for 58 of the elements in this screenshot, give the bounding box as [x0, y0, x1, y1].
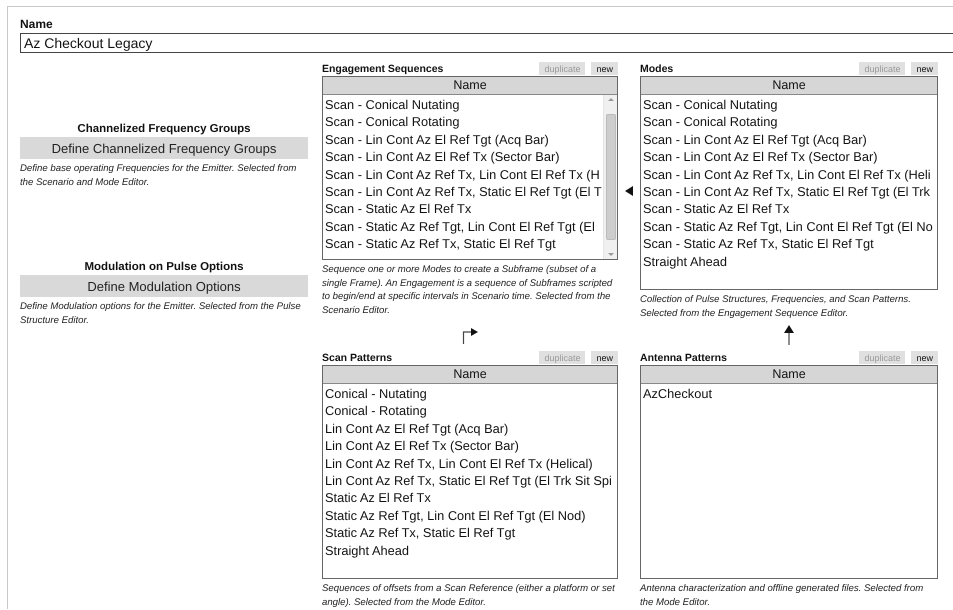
list-item[interactable]: Straight Ahead: [323, 542, 617, 560]
panel-button[interactable]: new: [911, 351, 938, 364]
list-item[interactable]: Straight Ahead: [641, 252, 937, 270]
elbow-arrow-icon: [462, 326, 478, 344]
panel-title: Engagement Sequences: [322, 62, 444, 74]
list-item[interactable]: Scan - Static Az El Ref Tx: [323, 200, 603, 218]
list-item[interactable]: Scan - Conical Nutating: [641, 96, 937, 114]
panel-title: Scan Patterns: [322, 352, 394, 364]
left-arrow-icon: [625, 186, 633, 196]
list-item[interactable]: Lin Cont Az El Ref Tx (Sector Bar): [323, 437, 617, 455]
list-item[interactable]: Scan - Static Az El Ref Tx: [641, 200, 937, 218]
panel-description: Antenna characterization and offline generated files. Selected from the Mode Editor.: [640, 582, 924, 609]
list-item[interactable]: Scan - Static Az Ref Tgt, Lin Cont El Ref Tgt (El No: [641, 218, 937, 236]
list-item[interactable]: Scan - Conical Rotating: [641, 113, 937, 131]
panel-button[interactable]: new: [591, 62, 618, 75]
define-button[interactable]: Define Channelized Frequency Groups: [20, 137, 308, 159]
column-header[interactable]: Name: [323, 77, 617, 95]
up-arrow-icon: [784, 325, 794, 345]
panel-title: Modes: [640, 62, 674, 74]
list-item[interactable]: Static Az El Ref Tx: [323, 489, 617, 507]
list-item[interactable]: Scan - Static Az Ref Tgt, Lin Cont El Ref Tgt (El: [323, 218, 603, 236]
list-item[interactable]: Scan - Lin Cont Az Ref Tx, Lin Cont El Ref Tx (Heli: [641, 166, 937, 184]
field-label: Name: [20, 17, 54, 31]
group-title: Modulation on Pulse Options: [83, 261, 245, 273]
list-item[interactable]: Scan - Conical Nutating: [323, 96, 603, 114]
list-item[interactable]: Conical - Nutating: [323, 385, 617, 402]
group-description: Define Modulation options for the Emitter. Selected from the Pulse Structure Editor.: [20, 300, 302, 327]
list-item[interactable]: Scan - Lin Cont Az El Ref Tx (Sector Bar): [641, 148, 937, 166]
panel-description: Collection of Pulse Structures, Frequencies, and Scan Patterns. Selected from the Engagement Sequence Editor.: [640, 293, 912, 320]
column-header[interactable]: Name: [323, 366, 617, 384]
list-item[interactable]: Scan - Lin Cont Az Ref Tx, Static El Ref Tgt (El Trk: [641, 183, 937, 200]
define-button[interactable]: Define Modulation Options: [20, 275, 308, 297]
column-header[interactable]: Name: [641, 366, 937, 384]
list-item[interactable]: Scan - Lin Cont Az El Ref Tgt (Acq Bar): [323, 130, 603, 148]
list-item[interactable]: Scan - Conical Rotating: [323, 113, 603, 131]
panel-description: Sequences of offsets from a Scan Reference (either a platform or set angle). Selected from the Mode Editor.: [322, 582, 616, 609]
list-item[interactable]: Lin Cont Az El Ref Tgt (Acq Bar): [323, 420, 617, 438]
scrollbar[interactable]: [603, 95, 617, 259]
panel-title: Antenna Patterns: [640, 352, 728, 364]
list-item[interactable]: Lin Cont Az Ref Tx, Lin Cont El Ref Tx (Helical): [323, 454, 617, 472]
panel-button[interactable]: new: [591, 351, 618, 364]
column-header[interactable]: Name: [641, 77, 937, 95]
list-item[interactable]: Static Az Ref Tgt, Lin Cont El Ref Tgt (El Nod): [323, 506, 617, 524]
list-item[interactable]: Scan - Static Az Ref Tx, Static El Ref Tgt: [641, 235, 937, 253]
name-field[interactable]: Az Checkout Legacy: [20, 33, 953, 53]
list-item[interactable]: Scan - Lin Cont Az Ref Tx, Static El Ref Tgt (El T: [323, 183, 603, 200]
list-item[interactable]: Static Az Ref Tx, Static El Ref Tgt: [323, 524, 617, 542]
list-item[interactable]: Conical - Rotating: [323, 402, 617, 420]
list-item[interactable]: Lin Cont Az Ref Tx, Static El Ref Tgt (El Trk Sit Spi: [323, 472, 617, 490]
list-item[interactable]: Scan - Static Az Ref Tx, Static El Ref Tgt: [323, 235, 603, 253]
panel-button[interactable]: new: [911, 62, 938, 75]
list-item[interactable]: Scan - Lin Cont Az Ref Tx, Lin Cont El Ref Tx (H: [323, 166, 603, 184]
list-item[interactable]: Scan - Lin Cont Az El Ref Tx (Sector Bar): [323, 148, 603, 166]
list-item[interactable]: AzCheckout: [641, 385, 937, 402]
group-title: Channelized Frequency Groups: [76, 123, 252, 135]
list-item[interactable]: Scan - Lin Cont Az El Ref Tgt (Acq Bar): [641, 130, 937, 148]
panel-description: Sequence one or more Modes to create a Subframe (subset of a single Frame). An Engagement is a sequence of Subframes scripted to begin/end at specific intervals in Scenario time. Selected from the Scenario Editor.: [322, 263, 614, 317]
group-description: Define base operating Frequencies for the Emitter. Selected from the Scenario and Mode Editor.: [20, 162, 298, 189]
